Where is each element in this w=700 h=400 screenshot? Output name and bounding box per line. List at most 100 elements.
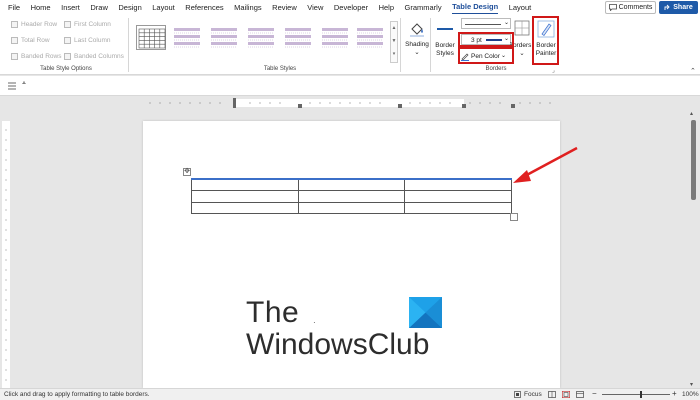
customize-dropdown-icon[interactable]: ⩡: [22, 80, 26, 88]
checkbox: [11, 37, 18, 44]
borders-group-label: Borders: [485, 66, 507, 72]
table-style-plain[interactable]: [136, 25, 166, 50]
table-cell[interactable]: [297, 190, 405, 203]
chevron-down-icon: ⌄: [503, 20, 509, 26]
table-style-preview-icon: [322, 28, 348, 48]
horizontal-ruler[interactable]: [0, 96, 700, 110]
table-cell[interactable]: [297, 201, 405, 214]
table-resize-handle[interactable]: [510, 213, 518, 221]
table-style-options-label: Table Style Options: [40, 66, 92, 72]
checkbox: [64, 37, 71, 44]
zoom-out-icon[interactable]: −: [592, 389, 597, 398]
status-message: Click and drag to apply formatting to ta…: [4, 390, 150, 398]
group-divider: [400, 18, 401, 72]
windowsclub-logo-icon: [409, 297, 442, 328]
last-column-option[interactable]: Last Column: [64, 37, 111, 44]
table-styles-label: Table Styles: [263, 66, 297, 72]
shading-label: Shading: [405, 41, 429, 48]
comment-icon: [608, 4, 617, 11]
border-styles-icon: [437, 28, 453, 30]
ruler-ticks: [149, 98, 551, 108]
tab-table-layout[interactable]: Layout: [509, 0, 532, 15]
quick-access-row: ⩡: [0, 76, 700, 96]
status-bar: Click and drag to apply formatting to ta…: [0, 388, 700, 400]
table-cell[interactable]: [297, 178, 405, 191]
table-style-2[interactable]: [172, 25, 202, 50]
scroll-down-icon[interactable]: ▾: [690, 381, 693, 388]
table-move-handle-icon[interactable]: ✥: [183, 168, 191, 176]
table-style-preview-icon: [357, 28, 383, 48]
chevron-up-icon[interactable]: ▲: [391, 22, 397, 35]
option-label: Banded Rows: [21, 53, 62, 60]
collapse-ribbon-icon[interactable]: ⌃: [690, 67, 696, 75]
option-label: Total Row: [21, 37, 50, 44]
table-style-6[interactable]: [320, 25, 350, 50]
tab-developer[interactable]: Developer: [334, 0, 368, 15]
print-layout-icon[interactable]: [562, 391, 570, 398]
focus-icon: [514, 390, 521, 398]
table-style-7[interactable]: [355, 25, 385, 50]
border-styles-button[interactable]: Border Styles: [434, 18, 456, 62]
zoom-in-icon[interactable]: +: [672, 389, 677, 398]
tab-help[interactable]: Help: [379, 0, 394, 15]
tab-references[interactable]: References: [185, 0, 223, 15]
zoom-slider-thumb[interactable]: [640, 391, 642, 398]
tab-layout[interactable]: Layout: [152, 0, 175, 15]
tab-design[interactable]: Design: [118, 0, 141, 15]
vertical-scrollbar[interactable]: ▴ ▾: [688, 110, 700, 388]
table-cell[interactable]: [191, 201, 299, 214]
table-style-4[interactable]: [246, 25, 276, 50]
web-layout-icon[interactable]: [576, 391, 584, 398]
scrollbar-thumb[interactable]: [691, 120, 696, 200]
tab-insert[interactable]: Insert: [61, 0, 80, 15]
table-cell[interactable]: [404, 178, 512, 191]
share-icon: [664, 4, 670, 10]
focus-mode-button[interactable]: Focus: [514, 391, 542, 398]
table-style-5[interactable]: [283, 25, 313, 50]
tab-home[interactable]: Home: [31, 0, 51, 15]
line-style-dropdown[interactable]: ⌄: [461, 18, 511, 29]
header-row-option[interactable]: Header Row: [11, 21, 57, 28]
banded-columns-option[interactable]: Banded Columns: [64, 53, 124, 60]
highlight-pen-color: [458, 47, 514, 64]
chevron-down-icon[interactable]: ▼: [391, 35, 397, 48]
borders-button[interactable]: Borders ⌄: [510, 18, 531, 62]
table-style-3[interactable]: [209, 25, 239, 50]
vertical-ruler[interactable]: [0, 110, 12, 388]
menu-bar: File Home Insert Draw Design Layout Refe…: [0, 0, 700, 15]
share-button[interactable]: Share: [659, 1, 698, 14]
read-mode-icon[interactable]: [548, 391, 556, 398]
tab-table-design[interactable]: Table Design: [452, 1, 499, 14]
ribbon: Header Row First Column Total Row Last C…: [0, 15, 700, 75]
tab-file[interactable]: File: [8, 0, 20, 15]
table-cell[interactable]: [404, 201, 512, 214]
tab-review[interactable]: Review: [272, 0, 297, 15]
line-style-preview: [465, 23, 501, 25]
gallery-scrollbar[interactable]: ▲ ▼ ▾: [390, 21, 398, 63]
tab-view[interactable]: View: [307, 0, 323, 15]
zoom-level[interactable]: 100%: [682, 391, 699, 398]
borders-icon: [514, 20, 530, 36]
dialog-launcher-icon[interactable]: ⌟: [552, 67, 555, 74]
first-column-option[interactable]: First Column: [64, 21, 111, 28]
table-cell[interactable]: [191, 178, 299, 191]
zoom-slider-track[interactable]: [602, 394, 670, 395]
table-style-preview-icon: [285, 28, 311, 48]
shading-button[interactable]: Shading ⌄: [405, 18, 429, 56]
tab-grammarly[interactable]: Grammarly: [405, 0, 442, 15]
table-style-preview-icon: [138, 28, 166, 49]
total-row-option[interactable]: Total Row: [11, 37, 50, 44]
logo-text-windowsclub: WindowsClub: [246, 328, 430, 361]
option-label: Header Row: [21, 21, 58, 28]
comments-button[interactable]: Comments: [605, 1, 656, 14]
gallery-more-icon[interactable]: ▾: [391, 48, 397, 61]
document-table[interactable]: [191, 178, 512, 214]
table-cell[interactable]: [404, 190, 512, 203]
chevron-down-icon: ⌄: [414, 49, 420, 56]
table-cell[interactable]: [191, 190, 299, 203]
tab-draw[interactable]: Draw: [90, 0, 108, 15]
scroll-up-icon[interactable]: ▴: [690, 110, 693, 117]
list-icon[interactable]: [8, 82, 16, 90]
banded-rows-option[interactable]: Banded Rows: [11, 53, 61, 60]
tab-mailings[interactable]: Mailings: [234, 0, 262, 15]
